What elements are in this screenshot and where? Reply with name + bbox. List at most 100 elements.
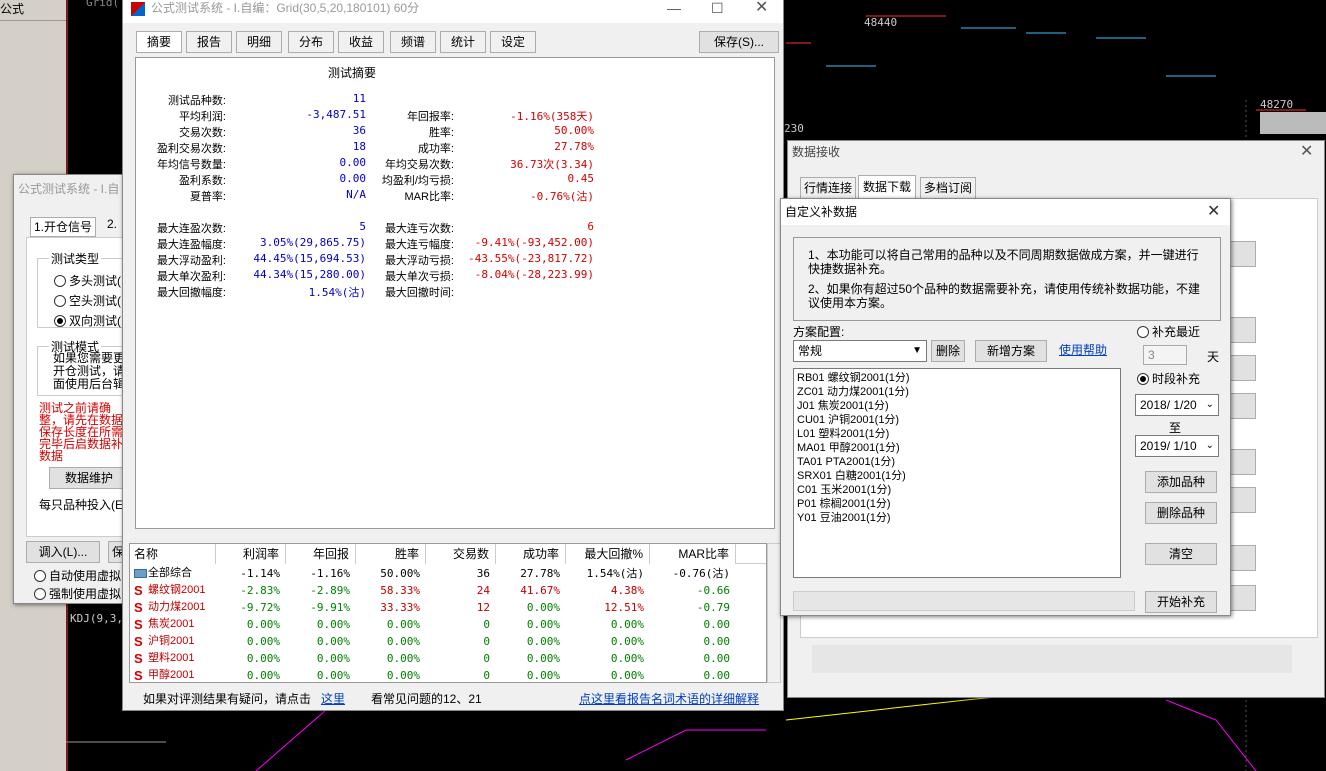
recv-right-btn-4[interactable]	[1230, 393, 1256, 419]
data-receive-close-icon[interactable]: ✕	[1300, 141, 1313, 161]
stat-label: 最大连亏次数:	[384, 223, 454, 235]
table-cell: 0	[483, 669, 490, 682]
table-row[interactable]: S 甲醇2001 0.00% 0.00% 0.00% 0 0.00% 0.00% 0.00	[130, 667, 766, 682]
column-header[interactable]: 名称	[130, 544, 216, 564]
column-header[interactable]: 最大回撤%	[566, 544, 650, 564]
instrument-list[interactable]: RB01 螺纹钢2001(1分) ZC01 动力煤2001(1分) J01 焦炭20…	[793, 368, 1121, 578]
add-instrument-button[interactable]: 添加品种	[1145, 471, 1217, 493]
date-to[interactable]: 2019/ 1/10 ⌄	[1135, 435, 1219, 457]
data-maintenance-button[interactable]: 数据维护	[49, 467, 129, 489]
radio-recent-label: 补充最近	[1152, 325, 1201, 339]
data-receive-title: 数据接收	[792, 145, 841, 159]
footer-link-terms[interactable]: 点这里看报告名词术语的详细解释	[579, 689, 759, 709]
help-link[interactable]: 使用帮助	[1059, 341, 1107, 358]
list-item[interactable]: P01 棕榈2001(1分)	[797, 497, 1117, 511]
clear-button[interactable]: 清空	[1145, 543, 1217, 565]
date-from-chevron-icon: ⌄	[1205, 399, 1214, 410]
close-icon[interactable]: ✕	[755, 0, 768, 21]
custom-close-icon[interactable]: ✕	[1207, 199, 1220, 225]
stat-value: -1.16%(358天)	[510, 110, 594, 123]
list-item[interactable]: Y01 豆油2001(1分)	[797, 511, 1117, 525]
maximize-icon[interactable]: ☐	[711, 0, 724, 21]
minimize-icon[interactable]: —	[667, 0, 681, 21]
footer-bar: 如果对评测结果有疑问，请点击 这里 看常见问题的12、21 点这里看报告名词术语…	[123, 689, 783, 709]
back-tab-2[interactable]: 2.	[104, 217, 120, 231]
column-header[interactable]: 成功率	[496, 544, 566, 564]
date-to-value: 2019/ 1/10	[1140, 439, 1197, 453]
plan-select[interactable]: 常规 ▼	[793, 340, 927, 362]
table-row[interactable]: S 沪铜2001 0.00% 0.00% 0.00% 0 0.00% 0.00% 0.00	[130, 633, 766, 650]
list-item[interactable]: MA01 甲醇2001(1分)	[797, 441, 1117, 455]
list-item[interactable]: ZC01 动力煤2001(1分)	[797, 385, 1117, 399]
radio-period-circle	[1137, 373, 1149, 385]
new-plan-button[interactable]: 新增方案	[975, 340, 1047, 362]
recv-right-btn-8[interactable]	[1230, 585, 1256, 611]
stat-label: 最大连盈次数:	[156, 223, 226, 235]
series-s-icon: S	[134, 651, 143, 666]
data-receive-tab-quote[interactable]: 行情连接	[800, 177, 857, 199]
back-tab-1[interactable]: 1.开仓信号	[30, 217, 97, 237]
recv-right-btn-7[interactable]	[1230, 545, 1256, 571]
list-item[interactable]: C01 玉米2001(1分)	[797, 483, 1117, 497]
radio-both[interactable]: 双向测试(	[54, 312, 121, 329]
start-supplement-button[interactable]: 开始补充	[1145, 591, 1217, 613]
radio-period[interactable]: 时段补充	[1137, 370, 1200, 387]
main-save-button[interactable]: 保存(S)...	[699, 31, 779, 53]
tab-distribution[interactable]: 分布	[288, 31, 334, 53]
list-item[interactable]: J01 焦炭2001(1分)	[797, 399, 1117, 413]
force-virtual-radio[interactable]: 强制使用虚拟	[34, 585, 121, 602]
stat-value: 3.05%(29,865.75)	[260, 236, 366, 249]
table-row[interactable]: S 螺纹钢2001 -2.83% -2.89% 58.33% 24 41.67% 4.38% -…	[130, 582, 766, 599]
recv-right-btn-3[interactable]	[1230, 355, 1256, 381]
tab-statistics[interactable]: 统计	[440, 31, 486, 53]
data-receive-tab-download[interactable]: 数据下载	[858, 175, 917, 199]
recv-right-btn-6[interactable]	[1230, 487, 1256, 513]
table-row[interactable]: S 焦炭2001 0.00% 0.00% 0.00% 0 0.00% 0.00% 0.00	[130, 616, 766, 633]
folder-icon	[134, 569, 147, 578]
table-row[interactable]: 全部综合 -1.14% -1.16% 50.00% 36 27.78% 1.54%(沽) -0…	[130, 565, 766, 582]
radio-long[interactable]: 多头测试(	[54, 272, 121, 289]
auto-virtual-radio[interactable]: 自动使用虚拟	[34, 567, 121, 584]
column-header[interactable]: 胜率	[356, 544, 426, 564]
remove-instrument-button[interactable]: 删除品种	[1145, 502, 1217, 524]
table-row[interactable]: S 塑料2001 0.00% 0.00% 0.00% 0 0.00% 0.00% 0.00	[130, 650, 766, 667]
radio-short[interactable]: 空头测试(	[54, 292, 121, 309]
table-cell: 0.00%	[526, 618, 560, 631]
recv-right-btn-5[interactable]	[1230, 449, 1256, 475]
table-scrollbar[interactable]	[767, 543, 781, 683]
date-from-value: 2018/ 1/20	[1140, 398, 1197, 412]
tab-report[interactable]: 报告	[186, 31, 232, 53]
chart-price-label-3: 230	[784, 122, 804, 135]
table-row[interactable]: S 动力煤2001 -9.72% -9.91% 33.33% 12 0.00% 12.51% -…	[130, 599, 766, 616]
list-item[interactable]: CU01 沪铜2001(1分)	[797, 413, 1117, 427]
column-header[interactable]: 交易数	[426, 544, 496, 564]
import-button[interactable]: 调入(L)...	[26, 541, 100, 563]
stat-value: 0.45	[567, 172, 595, 185]
list-item[interactable]: RB01 螺纹钢2001(1分)	[797, 371, 1117, 385]
column-header[interactable]: 利润率	[216, 544, 286, 564]
results-table: 名称 利润率 年回报 胜率 交易数 成功率 最大回撤% MAR比率 全部综合 -1.14% -1.…	[129, 543, 767, 683]
footer-link-here[interactable]: 这里	[321, 689, 345, 709]
table-cell: 0.00	[703, 635, 731, 648]
data-receive-tab-depth[interactable]: 多档订阅	[920, 177, 977, 199]
tab-settings[interactable]: 设定	[490, 31, 536, 53]
list-item[interactable]: SRX01 白糖2001(1分)	[797, 469, 1117, 483]
radio-recent[interactable]: 补充最近	[1137, 323, 1200, 340]
column-header[interactable]: MAR比率	[650, 544, 736, 564]
column-header[interactable]: 年回报	[286, 544, 356, 564]
date-from[interactable]: 2018/ 1/20 ⌄	[1135, 394, 1219, 416]
list-item[interactable]: TA01 PTA2001(1分)	[797, 455, 1117, 469]
recv-right-btn-1[interactable]	[1230, 241, 1256, 267]
recv-right-btn-2[interactable]	[1230, 317, 1256, 343]
delete-plan-button[interactable]: 删除	[931, 340, 965, 362]
menu-formula[interactable]: 公式	[0, 0, 24, 17]
series-s-icon: S	[134, 600, 143, 615]
days-input[interactable]: 3	[1143, 345, 1187, 365]
tab-spectrum[interactable]: 频谱	[390, 31, 436, 53]
list-item[interactable]: L01 塑料2001(1分)	[797, 427, 1117, 441]
tab-profit[interactable]: 收益	[338, 31, 384, 53]
table-cell: -9.91%	[310, 601, 350, 614]
tab-detail[interactable]: 明细	[236, 31, 282, 53]
tab-summary[interactable]: 摘要	[136, 31, 182, 53]
table-cell: 0	[483, 618, 490, 631]
